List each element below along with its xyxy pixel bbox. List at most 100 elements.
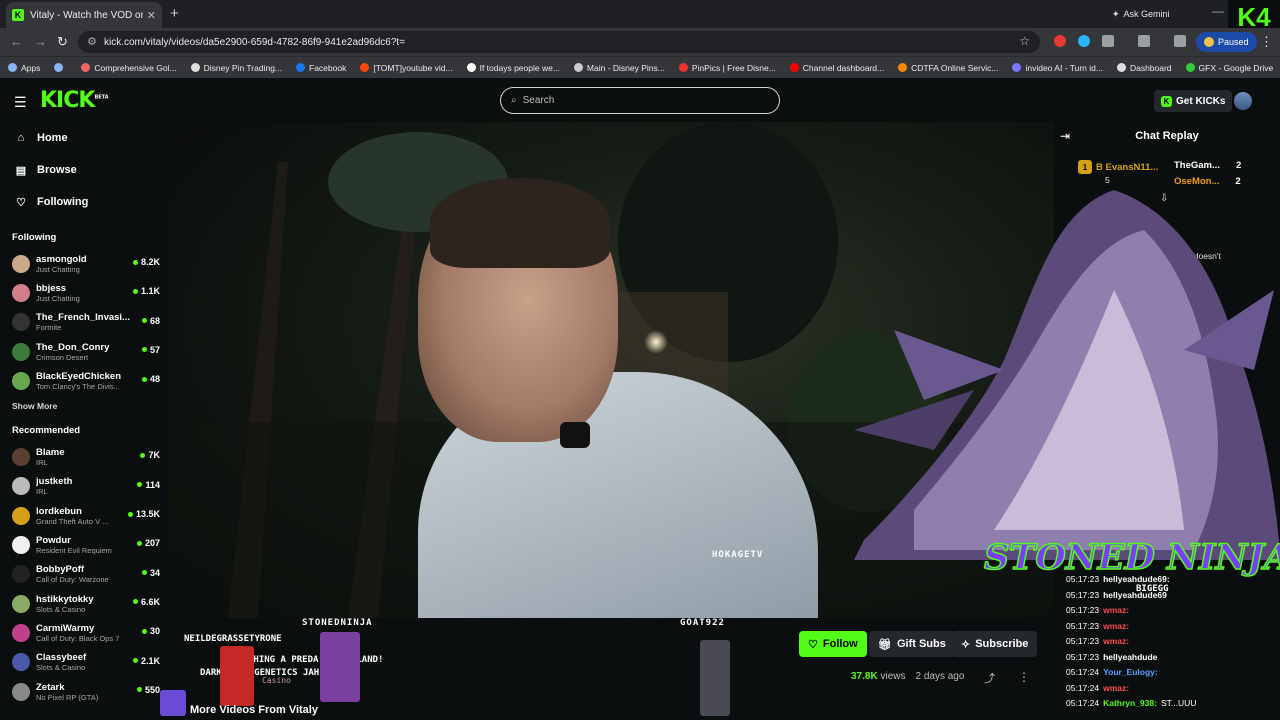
- channel-name: bbjess: [36, 282, 67, 294]
- tab-close-icon[interactable]: ✕: [147, 9, 156, 22]
- chat-username[interactable]: hellyeahdude: [1103, 652, 1157, 662]
- avatar: [12, 682, 30, 701]
- bookmark-item[interactable]: Dashboard: [1116, 63, 1172, 73]
- streamer-hair: [430, 178, 610, 268]
- more-videos-heading[interactable]: More Videos From Vitaly: [190, 704, 318, 716]
- bookmark-item[interactable]: [TOMT]youtube vid...: [360, 63, 453, 73]
- bookmark-item[interactable]: invideo AI - Turn id...: [1012, 63, 1103, 73]
- live-dot-icon: [137, 482, 143, 488]
- extension-red-icon[interactable]: [1054, 35, 1066, 47]
- recommended-section-title: Recommended: [12, 425, 81, 437]
- channel-category: Grand Theft Auto V ...: [36, 516, 109, 526]
- kick-favicon-icon: K: [12, 9, 24, 21]
- search-input[interactable]: ⌕ Search: [500, 87, 780, 114]
- channel-item[interactable]: The_French_Invasi... Fortnite 68: [0, 308, 168, 337]
- channel-item[interactable]: Powdur Resident Evil Requiem 207: [0, 530, 168, 559]
- bookmark-item[interactable]: Disney Pin Trading...: [190, 63, 282, 73]
- hamburger-menu-icon[interactable]: ☰: [14, 94, 27, 111]
- get-kicks-button[interactable]: K Get KICKs: [1154, 90, 1233, 112]
- chat-username[interactable]: hellyeahdude69: [1103, 590, 1167, 600]
- bookmark-item[interactable]: [54, 63, 67, 72]
- gift-subs-button[interactable]: 🎁︎ Gift Subs: [869, 631, 955, 657]
- channel-category: Crimson Desert: [36, 352, 89, 362]
- viewer-count: 34: [141, 568, 160, 578]
- browser-tab[interactable]: K Vitaly - Watch the VOD on Ki ✕: [6, 2, 162, 28]
- channel-item[interactable]: Zetark No Pixel RP (GTA) 550: [0, 677, 168, 706]
- channel-category: Call of Duty: Warzone: [36, 575, 109, 585]
- sidebar-nav-home[interactable]: ⌂ Home: [0, 122, 168, 154]
- url-text: kick.com/vitaly/videos/da5e2900-659d-478…: [104, 36, 406, 48]
- chat-message: 05:17:23 wmaz:: [1066, 605, 1133, 615]
- channel-item[interactable]: justketh IRL 114: [0, 472, 168, 501]
- bookmark-favicon-icon: [296, 63, 306, 72]
- site-info-icon[interactable]: ⚙: [87, 35, 97, 48]
- show-more-button[interactable]: Show More: [0, 401, 168, 411]
- bookmark-item[interactable]: Channel dashboard...: [789, 63, 884, 73]
- channel-category: Fortnite: [36, 323, 62, 333]
- forward-icon[interactable]: →: [34, 34, 47, 49]
- avatar: [12, 448, 30, 467]
- channel-item[interactable]: The_Don_Conry Crimson Desert 57: [0, 337, 168, 366]
- bookmark-star-icon[interactable]: ☆: [1019, 34, 1030, 48]
- chat-message: 05:17:23 hellyeahdude69:: [1066, 574, 1174, 584]
- sidebar-nav-browse[interactable]: ▤ Browse: [0, 154, 168, 186]
- reload-icon[interactable]: ↻: [57, 34, 68, 50]
- channel-item[interactable]: CarmiWarmy Call of Duty: Black Ops 7 30: [0, 618, 168, 647]
- address-bar[interactable]: ⚙ kick.com/vitaly/videos/da5e2900-659d-4…: [78, 31, 1040, 53]
- chat-message: 05:17:23 wmaz:: [1066, 636, 1133, 646]
- channel-item[interactable]: lordkebun Grand Theft Auto V ... 13.5K: [0, 501, 168, 530]
- purple-character-sprite-icon: [320, 632, 360, 702]
- bookmark-item[interactable]: PinPics | Free Disne...: [678, 63, 776, 73]
- share-icon[interactable]: ⤴: [984, 670, 995, 686]
- cast-icon[interactable]: [1138, 35, 1150, 47]
- collapse-chat-icon[interactable]: ⇥: [1060, 129, 1070, 143]
- sidebar-nav-following[interactable]: ♡ Following: [0, 186, 168, 218]
- chat-message: 05:17:24 Kathryn_938: ST...UUU: [1066, 698, 1196, 708]
- chat-username[interactable]: Kathryn_938:: [1103, 698, 1157, 708]
- browser-menu-icon[interactable]: ⋮: [1260, 34, 1273, 50]
- new-tab-icon[interactable]: +: [170, 5, 179, 22]
- chat-text: ST...UUU: [1160, 698, 1197, 708]
- kick-logo[interactable]: KICKBETA: [40, 88, 109, 113]
- chat-username[interactable]: hellyeahdude69:: [1103, 574, 1170, 584]
- bookmark-item[interactable]: CDTFA Online Servic...: [898, 63, 998, 73]
- user-avatar[interactable]: [1234, 92, 1252, 110]
- chat-username[interactable]: wmaz:: [1103, 636, 1129, 646]
- extensions-puzzle-icon[interactable]: [1102, 35, 1114, 47]
- back-icon[interactable]: ←: [10, 34, 23, 49]
- channel-item[interactable]: bbjess Just Chatting 1.1K: [0, 278, 168, 307]
- channel-item[interactable]: hstikkytokky Slots & Casino 6.6K: [0, 589, 168, 618]
- channel-item[interactable]: Blame IRL 7K: [0, 442, 168, 471]
- live-dot-icon: [136, 540, 142, 546]
- bookmark-item[interactable]: Main - Disney Pins...: [573, 63, 665, 73]
- media-controls-icon[interactable]: [1174, 35, 1186, 47]
- chat-username[interactable]: Your_Eulogy:: [1103, 667, 1158, 677]
- bookmark-item[interactable]: Facebook: [296, 63, 346, 73]
- channel-item[interactable]: asmongold Just Chatting 8.2K: [0, 249, 168, 278]
- search-icon: ⌕: [511, 95, 517, 106]
- ask-gemini-button[interactable]: ✦ Ask Gemini: [1104, 5, 1178, 23]
- extension-blue-icon[interactable]: [1078, 35, 1090, 47]
- live-dot-icon: [136, 687, 142, 693]
- bookmark-favicon-icon: [8, 63, 17, 72]
- channel-item[interactable]: BlackEyedChicken Tom Clancy's The Divis..…: [0, 366, 168, 395]
- profile-paused-button[interactable]: Paused: [1196, 32, 1257, 52]
- bookmark-item[interactable]: If todays people we...: [466, 63, 560, 73]
- bookmark-item[interactable]: Comprehensive Gol...: [81, 63, 177, 73]
- minimize-icon[interactable]: —: [1212, 4, 1224, 18]
- bookmark-item[interactable]: Apps: [8, 63, 40, 73]
- chat-username[interactable]: wmaz:: [1103, 605, 1129, 615]
- chat-username[interactable]: wmaz:: [1103, 621, 1129, 631]
- gemini-icon: ✦: [1112, 8, 1120, 19]
- channel-item[interactable]: Classybeef Slots & Casino 2.1K: [0, 648, 168, 677]
- follow-button[interactable]: ♡ Follow: [799, 631, 867, 657]
- more-options-icon[interactable]: ⋮: [1018, 670, 1030, 684]
- home-icon: ⌂: [17, 132, 25, 144]
- subscribe-button[interactable]: ✧ Subscribe: [952, 631, 1038, 657]
- live-dot-icon: [132, 259, 138, 265]
- posted-date: 2 days ago: [915, 671, 965, 682]
- channel-category: Just Chatting: [36, 293, 80, 303]
- channel-item[interactable]: BobbyPoff Call of Duty: Warzone 34: [0, 560, 168, 589]
- chat-username[interactable]: wmaz:: [1103, 683, 1129, 693]
- bookmark-item[interactable]: GFX - Google Drive: [1185, 63, 1273, 73]
